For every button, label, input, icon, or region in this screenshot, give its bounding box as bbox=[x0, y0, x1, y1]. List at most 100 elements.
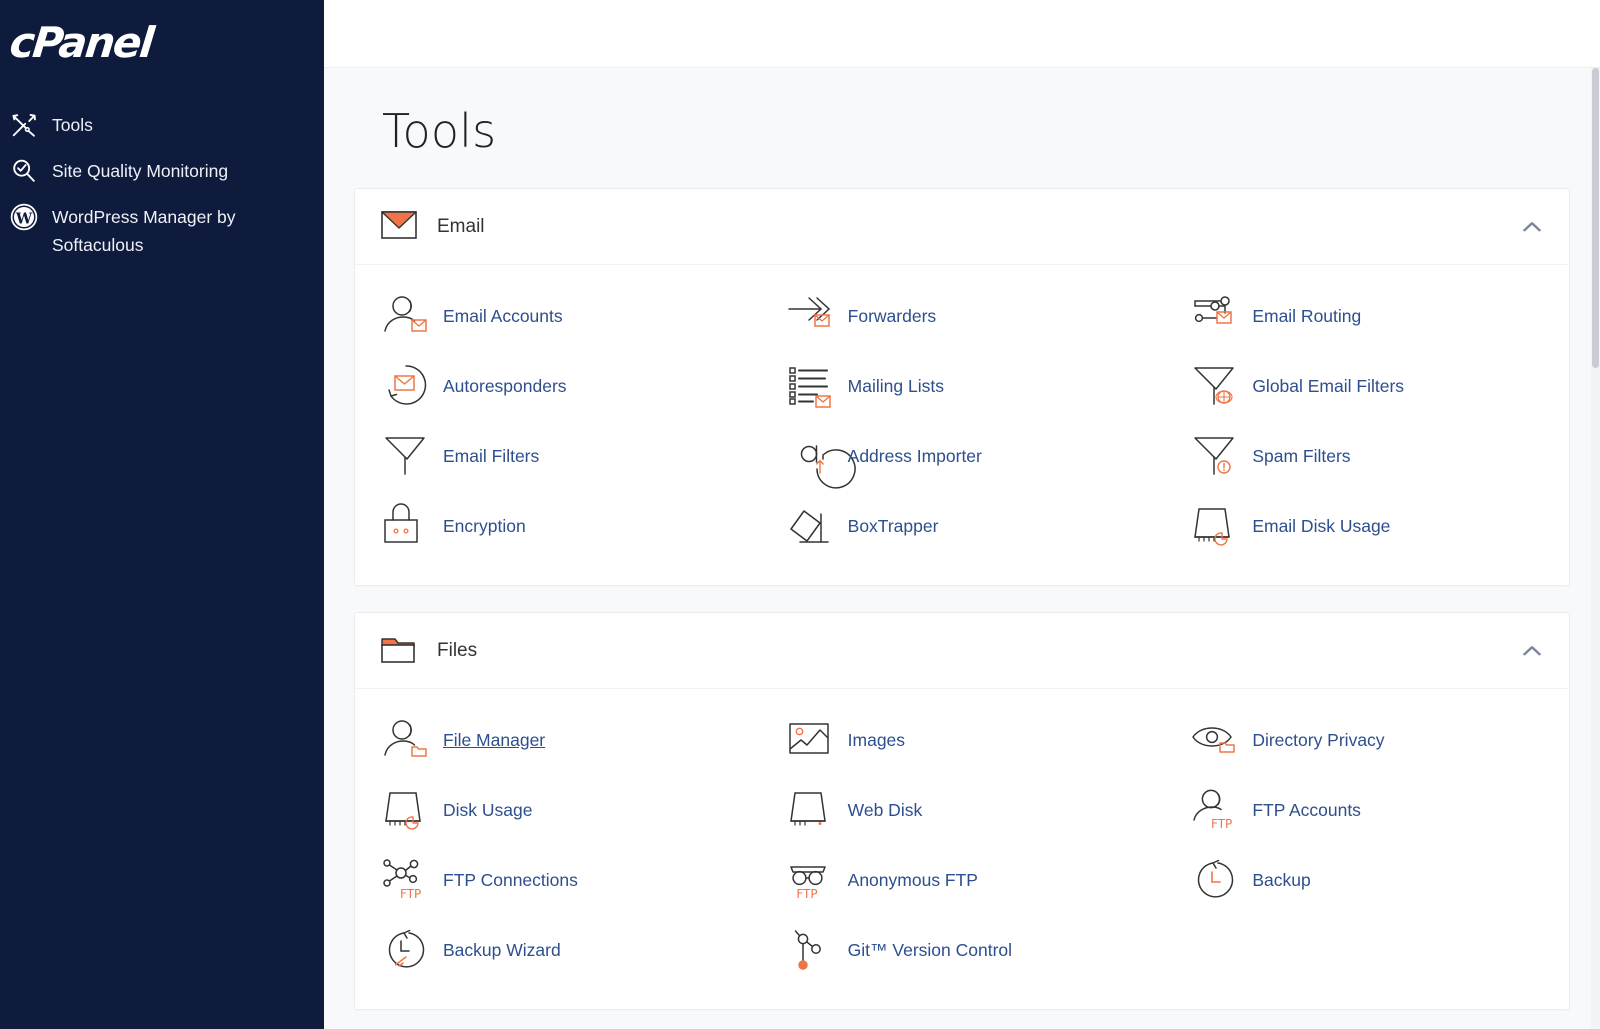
chevron-up-icon[interactable] bbox=[1519, 638, 1545, 664]
tool-label: Images bbox=[847, 730, 906, 750]
tool-label: Email Accounts bbox=[443, 306, 563, 326]
clock-wizard-icon bbox=[379, 924, 437, 976]
glasses-ftp-icon: FTP bbox=[784, 854, 842, 906]
sidebar: cPanel Tools Site Quality Monitoring W W… bbox=[0, 0, 324, 1029]
svg-text:FTP: FTP bbox=[1211, 817, 1232, 831]
sidebar-nav: Tools Site Quality Monitoring W WordPres… bbox=[0, 102, 324, 268]
tool-global-email-filters[interactable]: Global Email Filters bbox=[1164, 351, 1569, 421]
tool-backup[interactable]: Backup bbox=[1164, 845, 1569, 915]
vertical-scrollbar[interactable] bbox=[1591, 68, 1600, 1029]
list-envelope-icon bbox=[784, 360, 842, 412]
tool-file-manager[interactable]: File Manager bbox=[355, 705, 760, 775]
section-body-files: File Manager Images Directory Privacy Di… bbox=[355, 689, 1569, 1009]
tool-label: Forwarders bbox=[847, 306, 937, 326]
loop-envelope-icon bbox=[379, 360, 437, 412]
user-envelope-icon bbox=[379, 290, 437, 342]
padlock-icon bbox=[379, 500, 437, 552]
tool-email-routing[interactable]: Email Routing bbox=[1164, 281, 1569, 351]
section-card-files: Files File Manager Images Directory Priv… bbox=[354, 612, 1570, 1010]
network-ftp-icon: FTP bbox=[379, 854, 437, 906]
tool-label: Email Disk Usage bbox=[1252, 516, 1391, 536]
svg-text:FTP: FTP bbox=[400, 887, 421, 901]
tool-label: BoxTrapper bbox=[847, 516, 939, 536]
tool-label: Email Filters bbox=[443, 446, 540, 466]
tool-label: Web Disk bbox=[847, 800, 923, 820]
tool-label: Email Routing bbox=[1252, 306, 1362, 326]
tool-label: Anonymous FTP bbox=[847, 870, 978, 890]
svg-text:FTP: FTP bbox=[796, 887, 817, 901]
tool-label: FTP Accounts bbox=[1252, 800, 1361, 820]
content-scroll-area[interactable]: Tools Email Email Accounts Forwarders Em… bbox=[324, 68, 1600, 1029]
tool-label: Git™ Version Control bbox=[847, 940, 1013, 960]
page-title: Tools bbox=[382, 104, 497, 158]
tool-web-disk[interactable]: Web Disk bbox=[760, 775, 1165, 845]
at-upload-icon bbox=[784, 430, 856, 489]
tool-label: Global Email Filters bbox=[1252, 376, 1405, 396]
tool-label: FTP Connections bbox=[443, 870, 578, 890]
top-bar bbox=[324, 0, 1600, 68]
tool-ftp-accounts[interactable]: FTP FTP Accounts bbox=[1164, 775, 1569, 845]
tool-email-disk-usage[interactable]: Email Disk Usage bbox=[1164, 491, 1569, 561]
tools-icon bbox=[10, 111, 38, 139]
sidebar-item-label: Tools bbox=[52, 115, 93, 135]
sidebar-item-wordpress-manager[interactable]: W WordPress Manager by Softaculous bbox=[0, 194, 324, 268]
tool-label: Backup bbox=[1252, 870, 1311, 890]
funnel-globe-icon bbox=[1188, 360, 1246, 412]
tool-ftp-connections[interactable]: FTP FTP Connections bbox=[355, 845, 760, 915]
tool-label: Spam Filters bbox=[1252, 446, 1351, 466]
tool-autoresponders[interactable]: Autoresponders bbox=[355, 351, 760, 421]
tool-directory-privacy[interactable]: Directory Privacy bbox=[1164, 705, 1569, 775]
scrollbar-thumb[interactable] bbox=[1592, 68, 1599, 368]
tool-label: Encryption bbox=[443, 516, 526, 536]
section-header-files[interactable]: Files bbox=[355, 613, 1569, 689]
cpanel-app: cPanel Tools Site Quality Monitoring W W… bbox=[0, 0, 1600, 1029]
boxtrap-icon bbox=[784, 500, 842, 552]
tool-images[interactable]: Images bbox=[760, 705, 1165, 775]
tool-label: Mailing Lists bbox=[847, 376, 944, 396]
tool-email-filters[interactable]: Email Filters bbox=[355, 421, 760, 491]
routing-envelope-icon bbox=[1188, 290, 1246, 342]
section-title: Email bbox=[437, 215, 485, 237]
cpanel-logo: cPanel bbox=[7, 18, 155, 67]
disk-icon bbox=[784, 784, 842, 836]
git-branch-icon bbox=[784, 924, 842, 976]
section-title: Files bbox=[437, 639, 478, 661]
eye-folder-icon bbox=[1188, 714, 1246, 766]
sidebar-item-site-quality-monitoring[interactable]: Site Quality Monitoring bbox=[0, 148, 324, 194]
tool-email-accounts[interactable]: Email Accounts bbox=[355, 281, 760, 351]
section-card-email: Email Email Accounts Forwarders Email Ro… bbox=[354, 188, 1570, 586]
tool-label: Address Importer bbox=[847, 446, 982, 466]
brand[interactable]: cPanel bbox=[0, 0, 324, 72]
funnel-icon bbox=[379, 430, 437, 482]
wordpress-icon: W bbox=[10, 203, 38, 231]
tool-label: Disk Usage bbox=[443, 800, 533, 820]
sidebar-item-label: Site Quality Monitoring bbox=[52, 161, 229, 181]
tool-boxtrapper[interactable]: BoxTrapper bbox=[760, 491, 1165, 561]
picture-icon bbox=[784, 714, 842, 766]
sidebar-item-tools[interactable]: Tools bbox=[0, 102, 324, 148]
tool-spam-filters[interactable]: Spam Filters bbox=[1164, 421, 1569, 491]
tool-anonymous-ftp[interactable]: FTP Anonymous FTP bbox=[760, 845, 1165, 915]
section-body-email: Email Accounts Forwarders Email Routing … bbox=[355, 265, 1569, 585]
tool-label: File Manager bbox=[443, 730, 546, 750]
tool-encryption[interactable]: Encryption bbox=[355, 491, 760, 561]
main-area: Tools Email Email Accounts Forwarders Em… bbox=[324, 0, 1600, 1029]
arrows-envelope-icon bbox=[784, 290, 842, 342]
tool-mailing-lists[interactable]: Mailing Lists bbox=[760, 351, 1165, 421]
tool-git-version-control[interactable]: Git™ Version Control bbox=[760, 915, 1165, 985]
folder-icon bbox=[381, 634, 421, 668]
disk-pie-icon bbox=[379, 784, 437, 836]
chevron-up-icon[interactable] bbox=[1519, 214, 1545, 240]
magnifier-check-icon bbox=[10, 157, 38, 185]
tool-label: Directory Privacy bbox=[1252, 730, 1385, 750]
disk-pie-icon bbox=[1188, 500, 1246, 552]
sidebar-item-label: WordPress Manager by Softaculous bbox=[52, 207, 236, 255]
clock-restore-icon bbox=[1188, 854, 1246, 906]
user-ftp-icon: FTP bbox=[1188, 784, 1246, 836]
tool-disk-usage[interactable]: Disk Usage bbox=[355, 775, 760, 845]
tool-forwarders[interactable]: Forwarders bbox=[760, 281, 1165, 351]
tool-address-importer[interactable]: Address Importer bbox=[760, 421, 1165, 491]
user-folder-icon bbox=[379, 714, 437, 766]
section-header-email[interactable]: Email bbox=[355, 189, 1569, 265]
tool-backup-wizard[interactable]: Backup Wizard bbox=[355, 915, 760, 985]
